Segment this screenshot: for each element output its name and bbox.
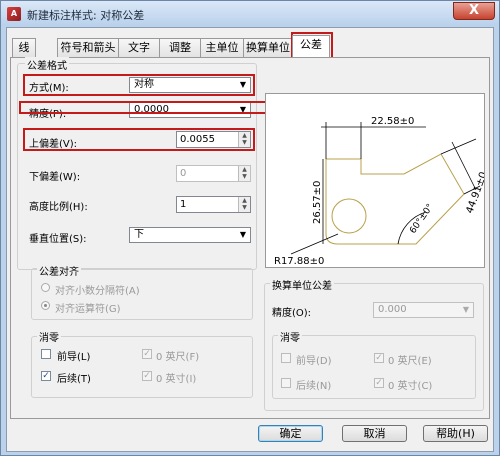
zero-feet-checkbox[interactable]: ✓ (142, 349, 152, 359)
alt-precision-value: 0.000 (378, 304, 407, 315)
vertical-position-value: 下 (134, 229, 144, 240)
tab-alternate-units[interactable]: 换算单位 (243, 38, 293, 57)
tab-primary-units[interactable]: 主单位 (200, 38, 244, 57)
help-button[interactable]: 帮助(H) (423, 425, 488, 442)
radius-leader (290, 233, 339, 255)
dim-right-text: 44.91±0 (464, 171, 484, 216)
alt-feet-checkbox[interactable]: ✓ (374, 353, 384, 363)
alt-inches-label: 0 英寸(C) (388, 381, 433, 392)
chevron-down-icon: ▼ (462, 305, 470, 314)
precision-highlight-box (19, 101, 274, 114)
lower-value-input[interactable]: 0 ▲ ▼ (176, 165, 251, 182)
zero-inches-checkbox[interactable]: ✓ (142, 371, 152, 381)
dialog-body: 线 符号和箭头 文字 调整 主单位 换算单位 公差 公差格式 方式(M): 对称… (6, 27, 494, 452)
dim-top-text: 22.58±0 (371, 116, 414, 127)
tolerance-alignment-title: 公差对齐 (37, 263, 81, 278)
tab-fit[interactable]: 调整 (159, 38, 201, 57)
lower-value-label: 下偏差(W): (29, 172, 81, 183)
trailing-zero-checkbox[interactable]: ✓ (41, 371, 51, 381)
tolerance-preview-drawing: 22.58±0 26.57±0 44.91±0 60°±0° R17.88±0 (274, 116, 490, 267)
window-title: 新建标注样式: 对称公差 (27, 9, 145, 22)
alt-precision-select[interactable]: 0.000 ▼ (373, 302, 474, 318)
part-hole (331, 198, 367, 234)
spin-arrows-icon[interactable]: ▲ ▼ (238, 197, 250, 212)
height-scale-value: 1 (180, 199, 187, 210)
height-scale-input[interactable]: 1 ▲ ▼ (176, 196, 251, 213)
dim-radius-text: R17.88±0 (274, 256, 324, 267)
dim-left-text: 26.57±0 (312, 181, 323, 224)
alt-feet-label: 0 英尺(E) (388, 356, 432, 367)
tab-lines[interactable]: 线 (12, 38, 36, 57)
tab-tolerances[interactable]: 公差 (292, 35, 330, 57)
tab-symbols-arrows[interactable]: 符号和箭头 (57, 38, 119, 57)
ext-line (440, 138, 477, 155)
zero-suppression-group (31, 336, 253, 398)
alt-leading-checkbox[interactable] (281, 353, 291, 363)
tolerance-format-title: 公差格式 (25, 57, 69, 72)
alt-trailing-label: 后续(N) (296, 381, 332, 392)
dialog-window: A 新建标注样式: 对称公差 X 线 符号和箭头 文字 调整 主单位 换算单位 … (0, 0, 500, 456)
zero-suppression-title: 消零 (37, 329, 61, 344)
tolerances-panel: 公差格式 方式(M): 对称 ▼ 精度(P): 0.0000 ▼ 上偏差(V):… (10, 57, 490, 419)
alt-leading-label: 前导(D) (296, 356, 332, 367)
alt-trailing-checkbox[interactable] (281, 378, 291, 388)
lower-value: 0 (180, 168, 187, 179)
alt-unit-tolerance-title: 换算单位公差 (270, 277, 334, 292)
chevron-down-icon: ▼ (239, 230, 247, 239)
preview-pane: 22.58±0 26.57±0 44.91±0 60°±0° R17.88±0 (265, 93, 490, 268)
alt-inches-checkbox[interactable]: ✓ (374, 378, 384, 388)
autocad-app-icon: A (7, 7, 21, 21)
upper-value-highlight-box (23, 128, 255, 151)
spin-arrows-icon[interactable]: ▲ ▼ (238, 166, 250, 181)
method-highlight-box (23, 74, 255, 96)
leading-zero-label: 前导(L) (57, 352, 91, 363)
zero-feet-label: 0 英尺(F) (156, 352, 200, 363)
alt-zero-suppression-title: 消零 (278, 329, 302, 344)
height-scale-label: 高度比例(H): (29, 202, 88, 213)
dim-line-right (451, 141, 477, 191)
close-button[interactable]: X (453, 2, 495, 20)
align-operator-label: 对齐运算符(G) (55, 304, 121, 315)
align-decimal-radio[interactable] (41, 283, 50, 292)
alt-precision-label: 精度(O): (272, 308, 312, 319)
tab-text[interactable]: 文字 (118, 38, 160, 57)
ok-button[interactable]: 确定 (258, 425, 323, 442)
align-decimal-label: 对齐小数分隔符(A) (55, 286, 140, 297)
leading-zero-checkbox[interactable] (41, 349, 51, 359)
trailing-zero-label: 后续(T) (57, 374, 91, 385)
zero-inches-label: 0 英寸(I) (156, 374, 197, 385)
vertical-position-select[interactable]: 下 ▼ (129, 227, 251, 243)
vertical-position-label: 垂直位置(S): (29, 234, 87, 245)
title-bar: A 新建标注样式: 对称公差 X (1, 1, 499, 26)
cancel-button[interactable]: 取消 (342, 425, 407, 442)
align-operator-radio[interactable] (41, 301, 50, 310)
